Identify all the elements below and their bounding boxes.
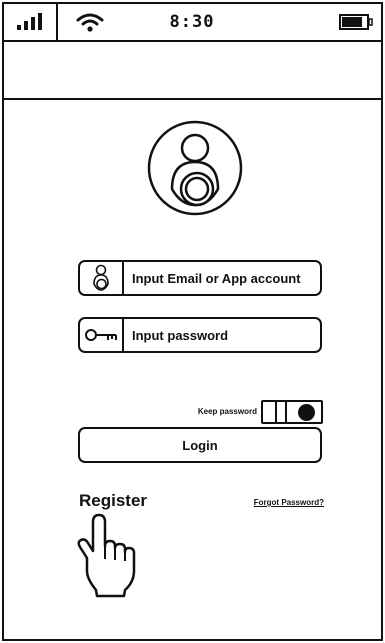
user-icon xyxy=(80,262,124,294)
password-placeholder: Input password xyxy=(132,327,229,343)
user-avatar-icon xyxy=(146,119,244,222)
toggle-knob xyxy=(298,404,315,421)
register-link[interactable]: Register xyxy=(79,491,147,511)
account-input[interactable]: Input Email or App account xyxy=(78,260,322,296)
forgot-password-link[interactable]: Forgot Password? xyxy=(232,498,324,507)
status-divider xyxy=(56,4,58,40)
login-button[interactable]: Login xyxy=(78,427,322,463)
keep-password-toggle[interactable] xyxy=(261,400,323,424)
password-input[interactable]: Input password xyxy=(78,317,322,353)
wifi-icon xyxy=(68,4,112,40)
status-time: 8:30 xyxy=(169,12,215,32)
phone-frame: 8:30 Input Email or App account Input pa… xyxy=(2,2,383,641)
battery-icon xyxy=(334,4,380,40)
key-icon xyxy=(80,319,124,351)
keep-password-label: Keep password xyxy=(197,407,257,416)
account-placeholder: Input Email or App account xyxy=(132,270,301,286)
status-bar: 8:30 xyxy=(4,4,381,42)
hand-pointer-icon xyxy=(74,511,138,604)
navigation-bar xyxy=(4,42,381,100)
signal-bars-icon xyxy=(4,4,56,40)
